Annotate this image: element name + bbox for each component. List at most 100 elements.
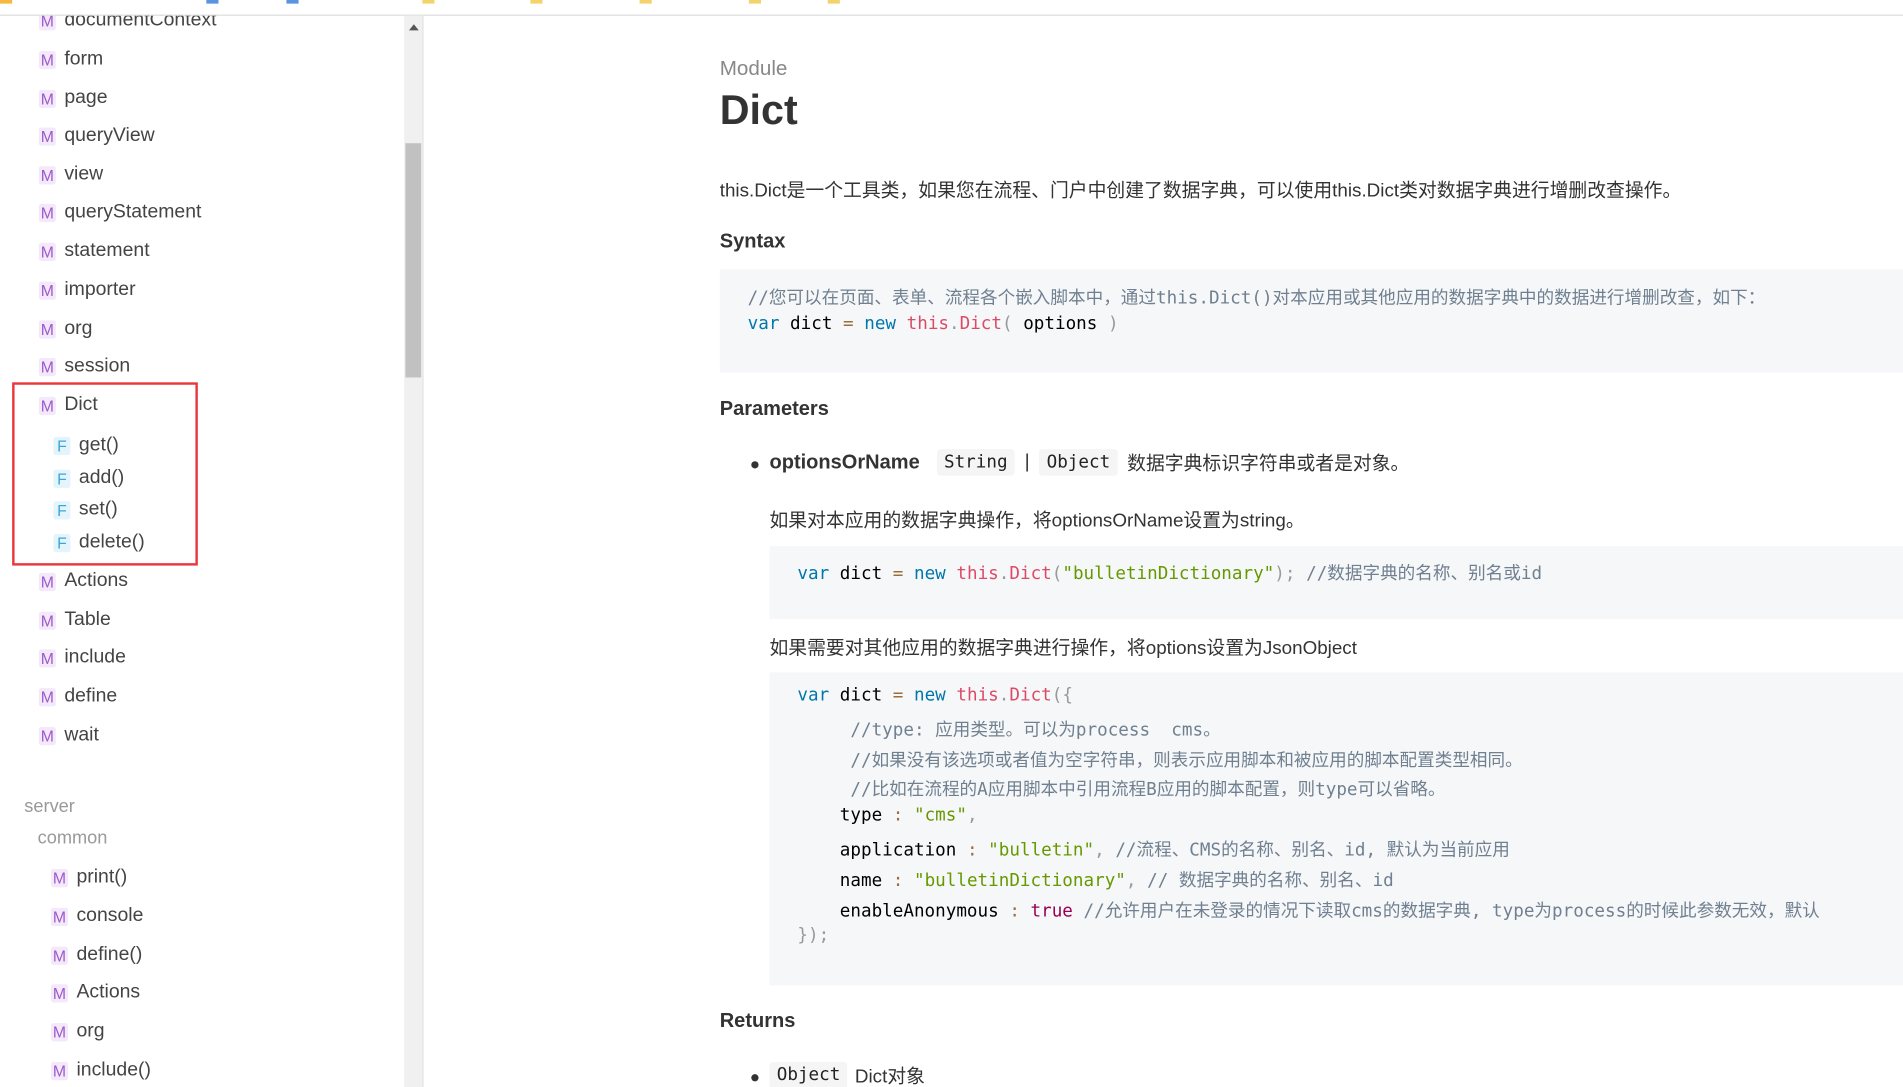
code-token: //流程、CMS的名称、别名、id, 默认为当前应用	[1115, 841, 1510, 861]
folder-icon[interactable]	[639, 0, 652, 4]
sidebar-item[interactable]: Morg	[50, 1017, 105, 1046]
scrollbar-thumb[interactable]	[405, 143, 422, 378]
sidebar-item-label: page	[64, 87, 108, 109]
function-badge-icon: F	[53, 500, 71, 519]
code-token: new	[864, 314, 897, 334]
toolbar-icon[interactable]	[206, 0, 219, 4]
code-token: //允许用户在未登录的情况下读取cms的数据字典, type为process的时…	[1083, 901, 1820, 921]
parameters-heading: Parameters	[719, 398, 829, 420]
param-row: optionsOrName String | Object 数据字典标识字符串或…	[769, 449, 1409, 476]
sidebar-item[interactable]: M Actions	[38, 567, 128, 596]
sidebar-item[interactable]: Mstatement	[38, 237, 150, 266]
sidebar-item[interactable]: Fset()	[53, 495, 118, 524]
param-desc: 数据字典标识字符串或者是对象。	[1127, 453, 1410, 475]
module-badge-icon: M	[50, 1022, 68, 1041]
code-token: this	[956, 685, 999, 706]
sidebar-item-label: form	[64, 48, 104, 70]
page-title: Dict	[719, 87, 798, 134]
sidebar-item[interactable]: Mpage	[38, 84, 108, 113]
code-token: options	[1012, 314, 1108, 334]
code-line: });	[797, 927, 829, 946]
code-line: name : "bulletinDictionary", // 数据字典的名称、…	[797, 866, 1394, 891]
sidebar-item-label: documentContext	[64, 15, 217, 31]
sidebar-item[interactable]: Mconsole	[50, 902, 143, 931]
sidebar-item[interactable]: Mprint()	[50, 863, 127, 892]
code-line: //比如在流程的A应用脚本中引用流程B应用的脚本配置，则type可以省略。	[797, 776, 1445, 801]
code-token: .	[949, 314, 960, 334]
toolbar-icon[interactable]	[286, 0, 299, 4]
sidebar-item[interactable]: Msession	[38, 352, 131, 381]
sidebar-item[interactable]: Mdefine	[38, 682, 117, 711]
sidebar-item-label: define()	[76, 944, 143, 965]
code-token: "bulletinDictionary"	[913, 871, 1126, 891]
code-line: //您可以在页面、表单、流程各个嵌入脚本中，通过this.Dict()对本应用或…	[748, 284, 1766, 309]
sidebar-item[interactable]: Mwait	[38, 721, 99, 750]
code-line: type : "cms",	[797, 806, 978, 826]
sidebar-item[interactable]: Mdefine()	[50, 941, 143, 970]
sidebar-item[interactable]: Minclude	[38, 643, 126, 672]
sidebar-item-label: Dict	[64, 394, 98, 416]
scroll-up-arrow-icon[interactable]	[409, 24, 419, 31]
code-token: // 数据字典的名称、别名、id	[1147, 871, 1394, 891]
code-token: //比如在流程的A应用脚本中引用流程B应用的脚本配置，则type可以省略。	[797, 780, 1446, 801]
module-badge-icon: M	[50, 983, 68, 1002]
sidebar-item[interactable]: MdocumentContext	[38, 15, 217, 35]
type-separator: |	[1024, 451, 1030, 473]
sidebar-item-label: set()	[78, 498, 118, 520]
code-token: .	[998, 564, 1010, 584]
module-kicker: Module	[719, 57, 788, 81]
code-token: "bulletinDictionary"	[1062, 564, 1275, 584]
group-server: server	[24, 796, 75, 817]
folder-icon[interactable]	[530, 0, 543, 4]
code-token: true	[1030, 901, 1073, 921]
code-token: dict	[829, 564, 893, 584]
toolbar-icon[interactable]	[0, 0, 13, 4]
sidebar-item-label: session	[64, 355, 131, 377]
sidebar-item-label: Actions	[76, 981, 141, 1003]
code-token: Dict	[959, 314, 1003, 334]
returns-row: Object Dict对象	[769, 1061, 925, 1087]
sidebar-item-label: importer	[64, 279, 136, 300]
sidebar-item[interactable]: MqueryView	[38, 121, 155, 150]
sidebar-item[interactable]: M Actions	[50, 978, 141, 1007]
module-badge-icon: M	[38, 89, 56, 108]
module-badge-icon: M	[38, 572, 56, 591]
param-name: optionsOrName	[769, 450, 920, 473]
code-line: enableAnonymous : true //允许用户在未登录的情况下读取c…	[797, 896, 1820, 921]
code-token: =	[843, 314, 854, 334]
sidebar-item-label: org	[64, 317, 93, 339]
sidebar-scrollbar[interactable]	[404, 15, 424, 1087]
sidebar-item[interactable]: Mview	[38, 160, 103, 189]
sidebar-item-label: Table	[64, 609, 111, 630]
code-token: this	[956, 564, 999, 584]
function-badge-icon: F	[53, 533, 71, 552]
sidebar-item[interactable]: Fadd()	[53, 464, 124, 493]
sidebar-item[interactable]: Mform	[38, 45, 104, 74]
returns-heading: Returns	[719, 1009, 796, 1032]
code-token: //您可以在页面、表单、流程各个嵌入脚本中，通过this.Dict()对本应用或…	[747, 288, 1766, 309]
sidebar-item-label: include	[64, 646, 126, 668]
code-token: dict	[779, 314, 844, 334]
return-desc: Dict对象	[854, 1066, 925, 1087]
sidebar-item[interactable]: Mimporter	[38, 276, 136, 305]
type-chip-object: Object	[1039, 449, 1118, 476]
para-string: 如果对本应用的数据字典操作，将optionsOrName设置为string。	[769, 510, 1305, 532]
folder-icon[interactable]	[422, 0, 435, 4]
sidebar-item[interactable]: Minclude()	[50, 1056, 151, 1085]
sidebar-item[interactable]: M Dict	[38, 391, 98, 420]
sidebar-item[interactable]: Fdelete()	[53, 528, 145, 557]
module-badge-icon: M	[38, 396, 56, 415]
code-token: "bulletin"	[988, 841, 1095, 861]
sidebar-item[interactable]: Morg	[38, 314, 93, 343]
code-token: :	[892, 806, 904, 826]
sidebar-item[interactable]: Fget()	[53, 431, 119, 460]
sidebar-item[interactable]: M Table	[38, 606, 111, 635]
code-token: new	[913, 564, 946, 584]
sidebar-item[interactable]: MqueryStatement	[38, 198, 201, 227]
